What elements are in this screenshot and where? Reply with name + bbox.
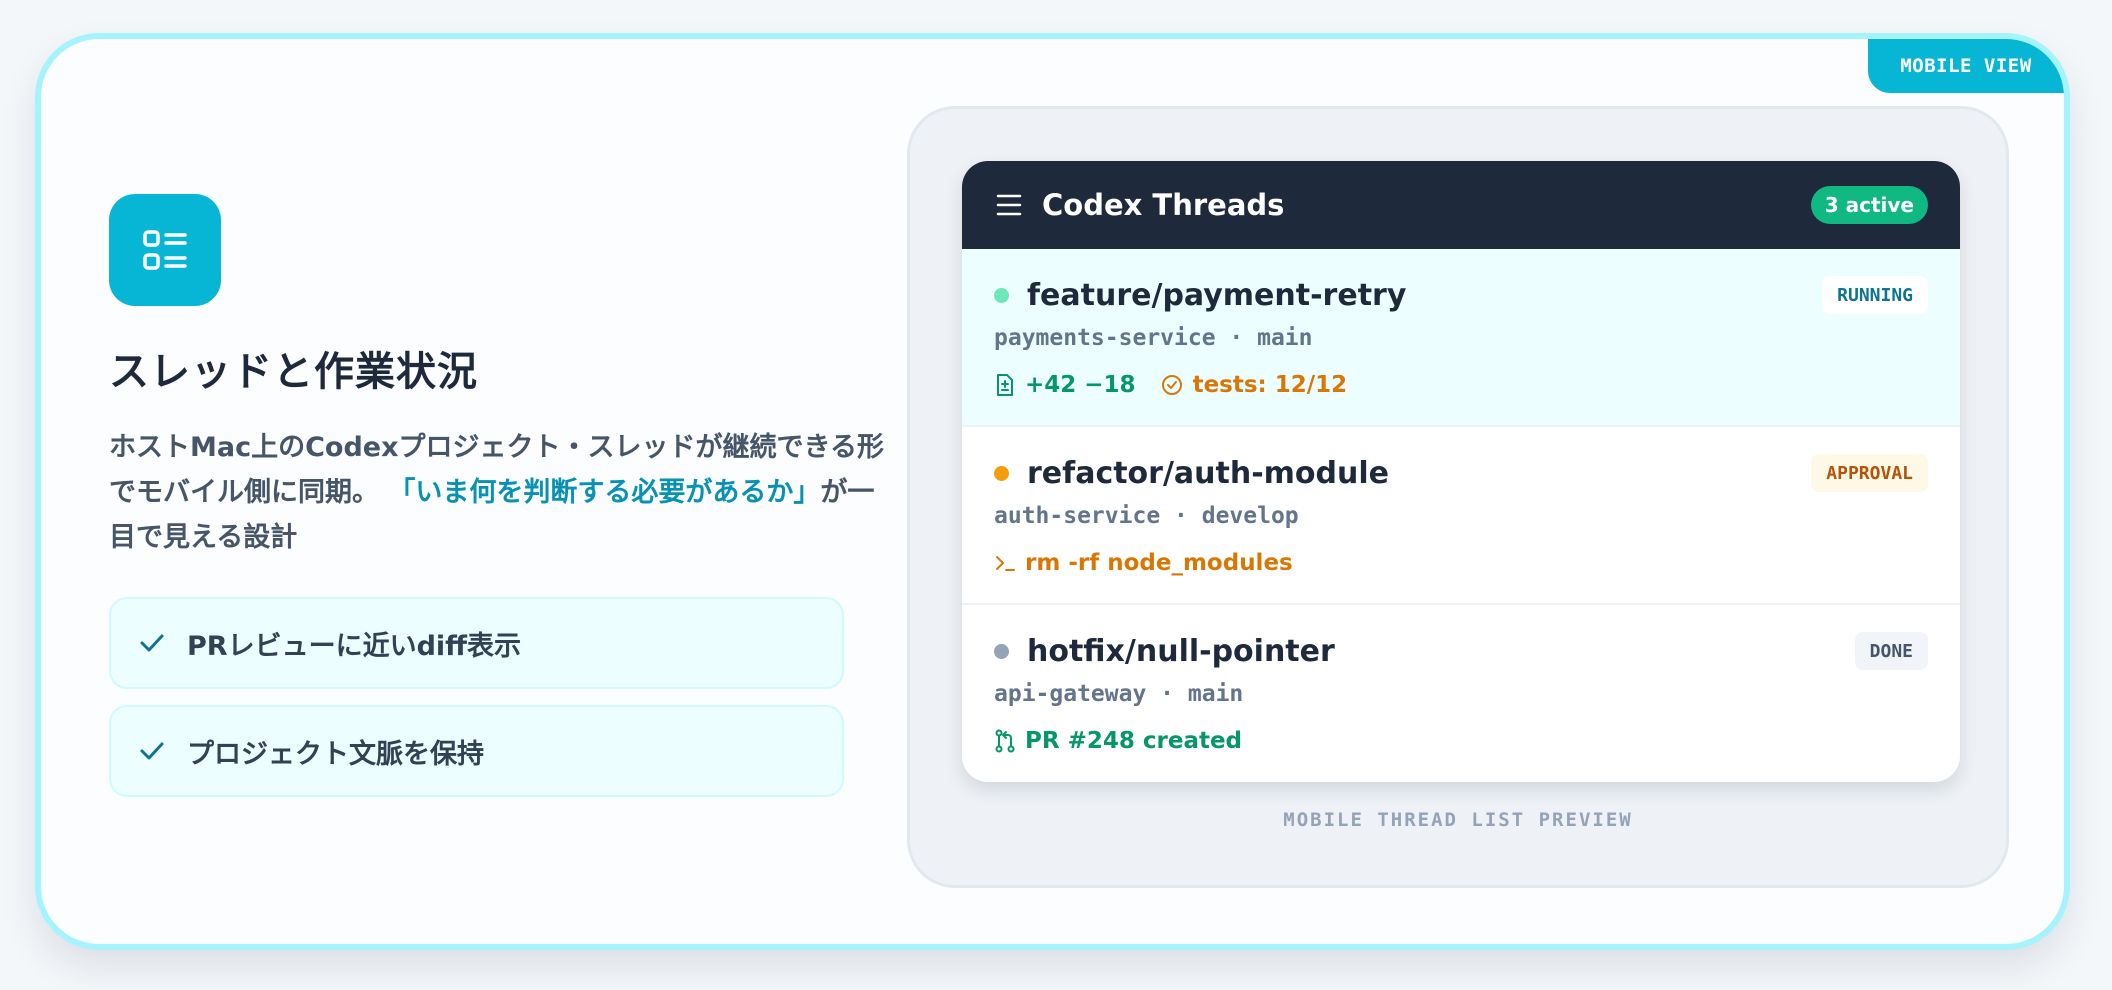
branch-name: main: [1257, 325, 1313, 351]
branch-name: develop: [1201, 503, 1299, 529]
mobile-view-tag: MOBILE VIEW: [1868, 39, 2064, 93]
thread-name: refactor/auth-module: [1027, 455, 1390, 491]
status-badge: APPROVAL: [1811, 454, 1928, 492]
mobile-preview-panel: Codex Threads 3 active feature/payment-r…: [907, 106, 2009, 888]
check-circle-icon: [1161, 375, 1182, 395]
terminal-icon: [996, 556, 1015, 571]
thread-item-null-pointer[interactable]: hotfix/null-pointer DONE api-gateway · m…: [962, 605, 1960, 782]
app-title: Codex Threads: [1042, 188, 1285, 222]
feature-title: スレッドと作業状況: [109, 349, 478, 395]
preview-caption: MOBILE THREAD LIST PREVIEW: [1283, 809, 1633, 831]
checklist-label: プロジェクト文脈を保持: [187, 738, 484, 770]
feature-description: ホストMac上のCodexプロジェクト・スレッドが継続できる形でモバイル側に同期…: [109, 425, 884, 560]
thread-repo-branch: payments-service · main: [994, 325, 1313, 351]
repo-name: auth-service: [994, 503, 1161, 529]
status-badge: DONE: [1854, 632, 1928, 670]
feature-card: MOBILE VIEW スレッドと作業状況 ホストMac上のCodexプロジェク…: [35, 33, 2070, 950]
thread-name: feature/payment-retry: [1027, 277, 1407, 313]
menu-icon[interactable]: [996, 193, 1022, 217]
phone-screen: Codex Threads 3 active feature/payment-r…: [962, 161, 1960, 782]
thread-name: hotfix/null-pointer: [1027, 633, 1335, 669]
branch-name: main: [1187, 681, 1244, 707]
status-dot: [994, 287, 1009, 303]
checklist-label: PRレビューに近いdiff表示: [187, 630, 522, 662]
check-icon: [140, 634, 164, 652]
repo-name: api-gateway: [994, 681, 1147, 707]
thread-item-payment-retry[interactable]: feature/payment-retry RUNNING payments-s…: [962, 249, 1960, 427]
status-dot: [994, 643, 1009, 659]
thread-repo-branch: auth-service · develop: [994, 503, 1299, 529]
status-dot: [994, 465, 1009, 481]
check-icon: [140, 742, 164, 760]
description-highlight: 「いま何を判断する必要があるか」: [388, 477, 821, 508]
status-badge: RUNNING: [1822, 276, 1928, 314]
pull-request-icon: [995, 729, 1015, 753]
repo-name: payments-service: [994, 325, 1216, 351]
test-status: tests: 12/12: [1192, 372, 1348, 398]
thread-repo-branch: api-gateway · main: [994, 681, 1244, 707]
list-layout-icon: [109, 194, 221, 306]
active-count-badge: 3 active: [1810, 186, 1928, 224]
thread-item-auth-module[interactable]: refactor/auth-module APPROVAL auth-servi…: [962, 427, 1960, 605]
file-diff-icon: [997, 374, 1013, 396]
pending-command: rm -rf node_modules: [1025, 550, 1293, 576]
checklist-item-diff: PRレビューに近いdiff表示: [109, 597, 844, 689]
checklist-item-context: プロジェクト文脈を保持: [109, 705, 844, 797]
phone-header: Codex Threads 3 active: [962, 161, 1960, 249]
pr-status: PR #248 created: [1025, 728, 1243, 754]
diff-stats: +42 −18: [1025, 372, 1136, 398]
